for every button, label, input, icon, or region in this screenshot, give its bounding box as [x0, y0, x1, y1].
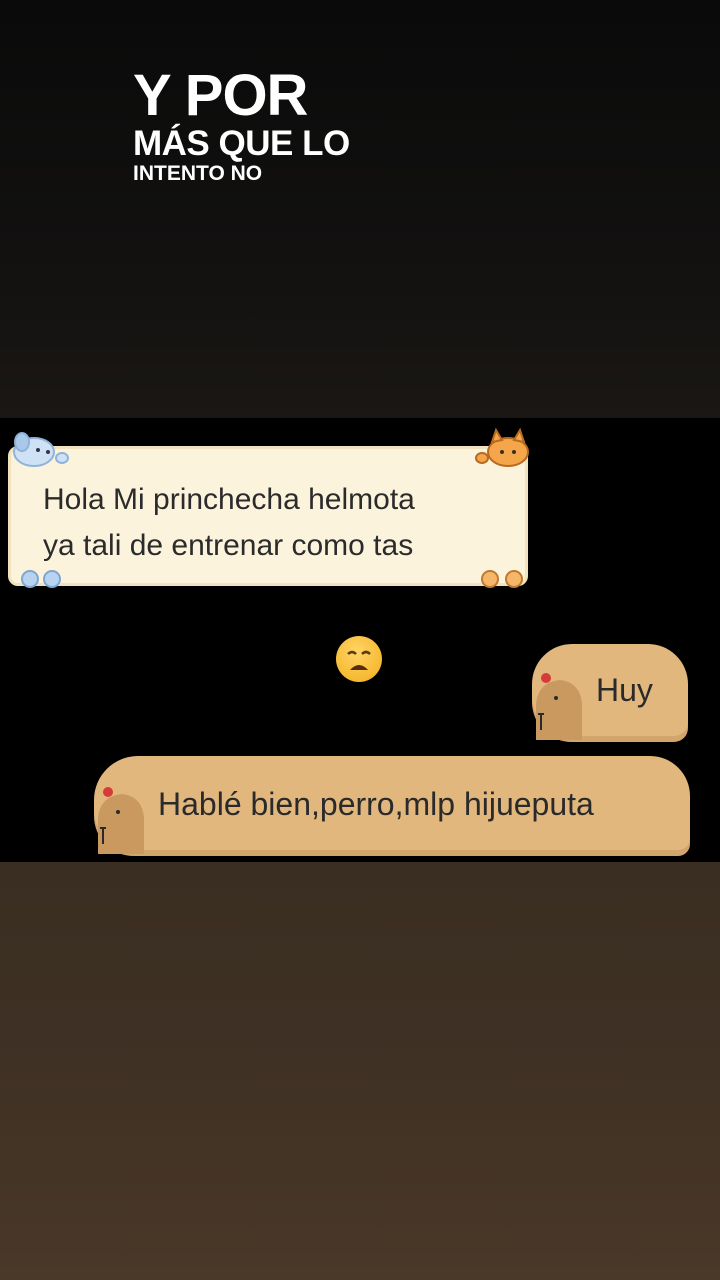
capybara-icon — [98, 787, 144, 854]
caption-line-3: INTENTO NO — [133, 162, 263, 185]
orange-paws-icon — [481, 570, 523, 588]
message-text: Huy — [596, 672, 653, 708]
weary-face-emoji-icon — [336, 636, 382, 682]
caption: Y POR MÁS QUE LO INTENTO NO — [133, 66, 350, 186]
message-text: Hablé bien,perro,mlp hijueputa — [158, 786, 594, 822]
capybara-icon — [536, 673, 582, 740]
note-text: Hola Mi princhecha helmota ya tali de en… — [43, 477, 513, 569]
top-panel: Y POR MÁS QUE LO INTENTO NO — [0, 0, 720, 418]
note-line-2: ya tali de entrenar como tas — [43, 529, 414, 562]
chat-screenshot: Hola Mi princhecha helmota ya tali de en… — [0, 418, 720, 862]
bottom-panel — [0, 862, 720, 1280]
message-bubble: Hablé bien,perro,mlp hijueputa — [94, 756, 690, 856]
cat-sticker-icon — [475, 427, 529, 467]
caption-line-2: MÁS QUE LO — [133, 124, 350, 163]
message-bubble: Huy — [532, 644, 688, 742]
blue-paws-icon — [21, 570, 61, 588]
caption-line-1: Y POR — [133, 63, 308, 128]
note-line-1: Hola Mi princhecha helmota — [43, 483, 415, 516]
puppy-sticker-icon — [13, 432, 69, 467]
note-bubble: Hola Mi princhecha helmota ya tali de en… — [8, 446, 528, 586]
